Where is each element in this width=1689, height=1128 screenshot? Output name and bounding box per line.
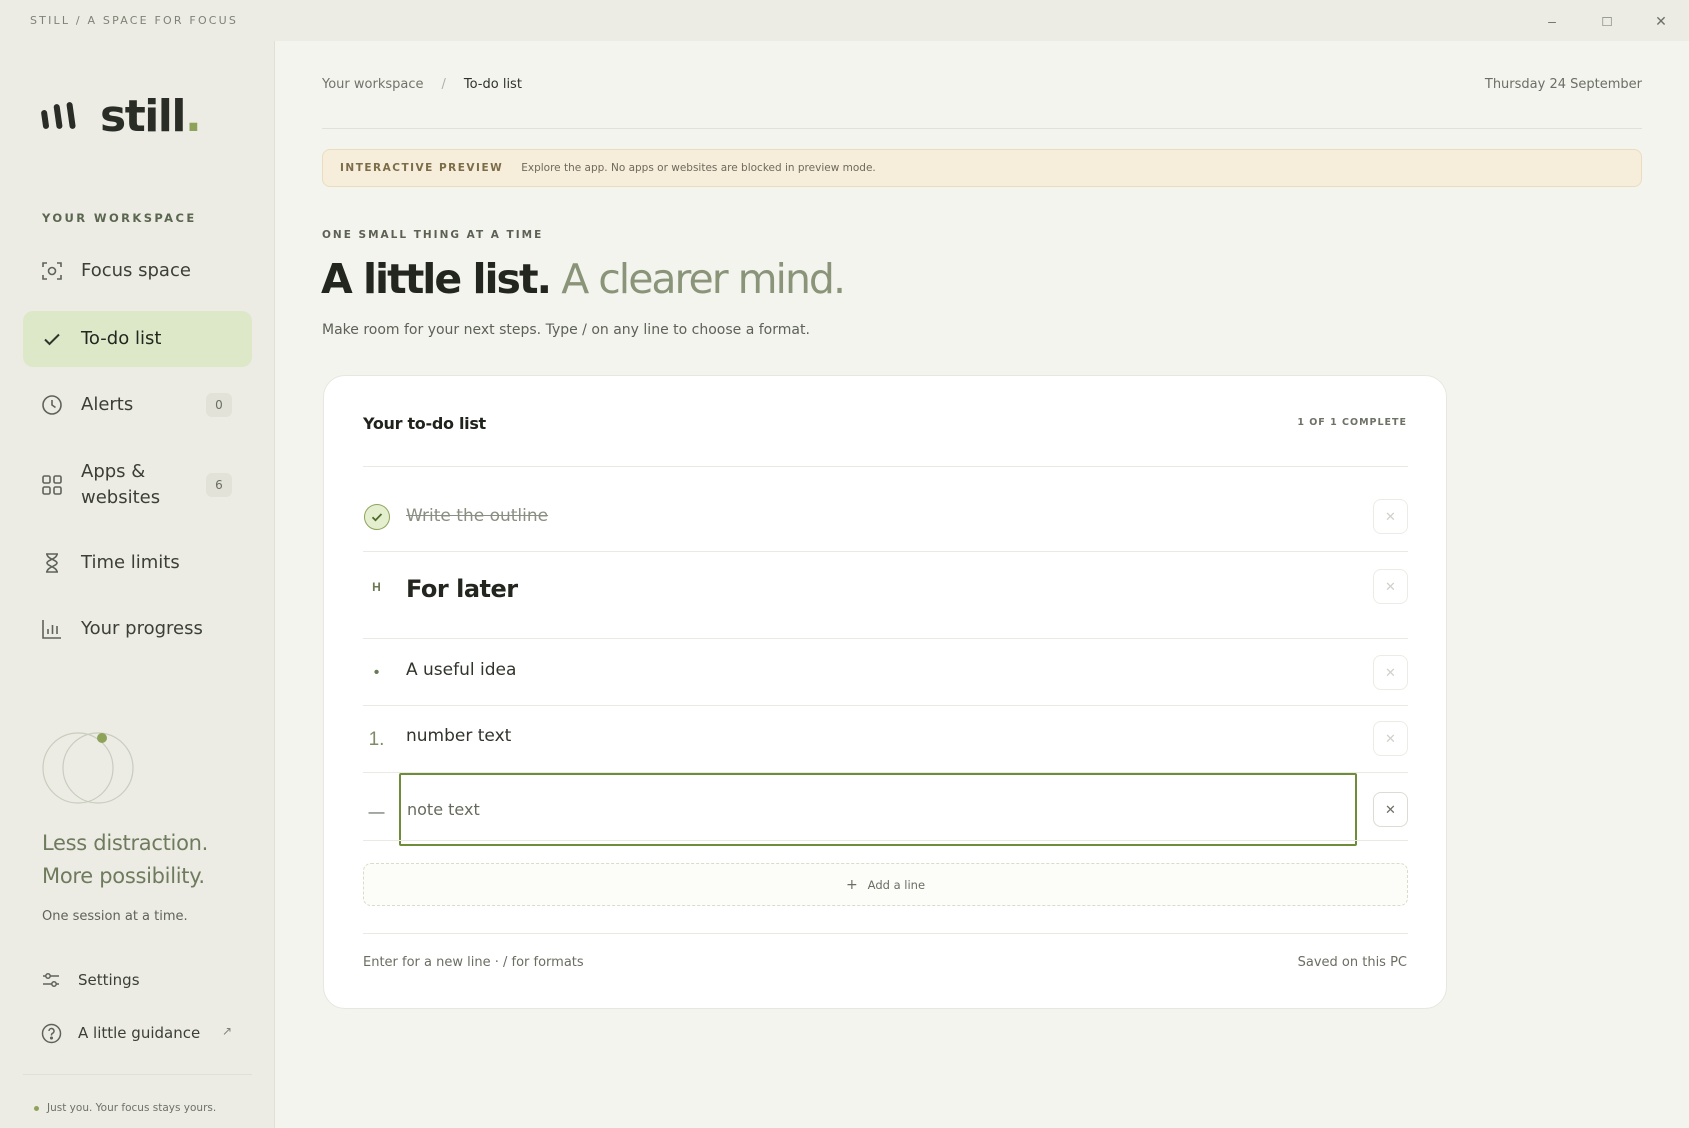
main-content: Your workspace / To-do list Thursday 24 … — [275, 41, 1689, 1128]
sidebar-footer-text: Just you. Your focus stays yours. — [47, 1102, 217, 1114]
todo-row-bullet: • A useful idea ✕ — [363, 639, 1408, 705]
card-footer-divider — [363, 933, 1408, 934]
grid-icon — [41, 474, 63, 496]
heading-marker: H — [372, 580, 381, 594]
sidebar-item-label: Apps & websites — [81, 461, 161, 508]
task-text[interactable]: Write the outline — [406, 506, 548, 526]
note-input[interactable] — [399, 773, 1357, 846]
heading-text[interactable]: For later — [406, 575, 518, 603]
sidebar-item-your-progress[interactable]: Your progress — [23, 601, 252, 657]
bar-chart-icon — [41, 618, 63, 640]
tagline-line-1: Less distraction. — [42, 831, 208, 855]
note-marker: — — [368, 804, 385, 821]
title-bar: STILL / A SPACE FOR FOCUS – □ ✕ — [0, 0, 1689, 41]
minimize-button[interactable]: – — [1534, 8, 1570, 34]
add-line-button[interactable]: + Add a line — [363, 863, 1408, 906]
date-label: Thursday 24 September — [1484, 77, 1642, 92]
saved-status: Saved on this PC — [1297, 955, 1407, 970]
workspace-section-label: YOUR WORKSPACE — [42, 211, 197, 225]
remove-row-button[interactable]: ✕ — [1373, 499, 1408, 534]
sidebar-item-label: Time limits — [81, 552, 180, 573]
help-circle-icon — [40, 1022, 62, 1044]
breadcrumb: Your workspace / To-do list — [322, 77, 522, 92]
tagline-subtext: One session at a time. — [42, 909, 188, 924]
card-title: Your to-do list — [363, 414, 486, 433]
sidebar-footer: Just you. Your focus stays yours. — [34, 1102, 216, 1114]
sidebar-item-label: To-do list — [81, 328, 162, 349]
preview-banner: INTERACTIVE PREVIEW Explore the app. No … — [322, 149, 1642, 187]
headline-dark: A little list. — [321, 255, 552, 303]
guidance-label: A little guidance — [78, 1024, 201, 1042]
alerts-count-badge: 0 — [206, 393, 232, 417]
apps-count-badge: 6 — [206, 473, 232, 497]
add-line-label: Add a line — [867, 877, 926, 892]
plus-icon: + — [845, 876, 858, 893]
keyboard-hint: Enter for a new line · / for formats — [363, 955, 584, 970]
row-divider — [363, 840, 1408, 841]
close-button[interactable]: ✕ — [1643, 8, 1679, 34]
sidebar-item-label: Focus space — [81, 260, 191, 281]
focus-icon — [41, 260, 63, 282]
page-subtitle: Make room for your next steps. Type / on… — [322, 322, 810, 338]
sidebar-item-label: Alerts — [81, 394, 134, 415]
todo-row-note: — ✕ — [363, 773, 1408, 846]
sidebar-item-apps-websites[interactable]: Apps & websites 6 — [23, 445, 252, 525]
sliders-icon — [40, 969, 62, 991]
number-marker: 1. — [368, 729, 385, 750]
sidebar-item-label: Your progress — [81, 618, 203, 639]
banner-text: Explore the app. No apps or websites are… — [521, 162, 876, 174]
remove-row-button[interactable]: ✕ — [1373, 792, 1408, 827]
todo-row-task: Write the outline ✕ — [363, 491, 1408, 541]
breadcrumb-current: To-do list — [463, 77, 522, 92]
logo-wordmark: still. — [100, 91, 202, 142]
completion-count: 1 OF 1 COMPLETE — [1297, 417, 1407, 428]
still-logo-icon — [41, 101, 76, 129]
maximize-button[interactable]: □ — [1589, 8, 1625, 34]
settings-label: Settings — [78, 971, 140, 989]
clock-icon — [41, 394, 63, 416]
circles-illustration — [42, 732, 134, 804]
remove-row-button[interactable]: ✕ — [1373, 721, 1408, 756]
banner-tag: INTERACTIVE PREVIEW — [340, 162, 504, 174]
breadcrumb-separator: / — [441, 77, 446, 92]
settings-link[interactable]: Settings — [40, 967, 140, 993]
sidebar-item-time-limits[interactable]: Time limits — [23, 535, 252, 591]
status-dot-icon — [34, 1105, 39, 1111]
sidebar-item-alerts[interactable]: Alerts 0 — [23, 377, 252, 433]
tagline-line-2: More possibility. — [42, 864, 205, 888]
sidebar: still. YOUR WORKSPACE Focus space To-do … — [0, 41, 275, 1128]
todo-card: Your to-do list 1 OF 1 COMPLETE Write th… — [323, 375, 1447, 1009]
header-divider — [322, 128, 1642, 129]
hourglass-icon — [41, 552, 63, 574]
remove-row-button[interactable]: ✕ — [1373, 655, 1408, 690]
checked-icon — [363, 503, 390, 530]
page-title: A little list. A clearer mind. — [321, 255, 846, 303]
numbered-text[interactable]: number text — [406, 726, 511, 746]
app-caption: STILL / A SPACE FOR FOCUS — [30, 14, 239, 27]
eyebrow: ONE SMALL THING AT A TIME — [322, 229, 544, 241]
tagline: Less distraction. More possibility. — [42, 827, 208, 893]
sidebar-item-focus-space[interactable]: Focus space — [23, 243, 252, 299]
remove-row-button[interactable]: ✕ — [1373, 569, 1408, 604]
todo-row-numbered: 1. number text ✕ — [363, 706, 1408, 772]
sidebar-divider — [23, 1074, 252, 1075]
breadcrumb-workspace-link[interactable]: Your workspace — [322, 77, 423, 92]
guidance-link[interactable]: A little guidance — [40, 1020, 200, 1046]
todo-row-heading: H For later ✕ — [363, 552, 1408, 638]
card-divider — [363, 466, 1408, 467]
sidebar-item-todo-list[interactable]: To-do list — [23, 311, 252, 367]
check-icon — [41, 328, 63, 350]
bullet-marker: • — [373, 664, 380, 681]
bullet-text[interactable]: A useful idea — [406, 660, 516, 680]
headline-light: A clearer mind. — [561, 255, 846, 303]
task-checkbox[interactable] — [363, 503, 390, 530]
logo: still. — [40, 91, 202, 142]
external-link-icon: ↗ — [222, 1024, 233, 1038]
